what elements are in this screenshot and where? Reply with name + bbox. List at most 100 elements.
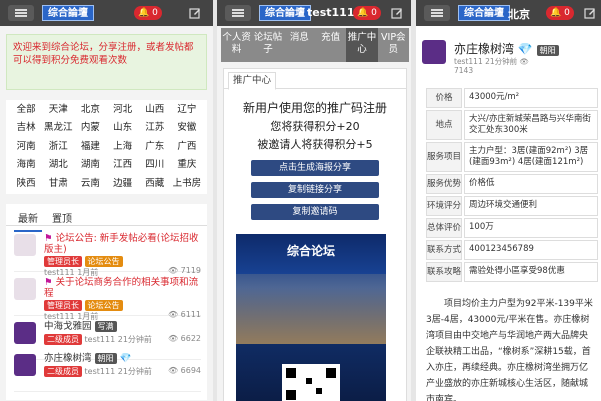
edit-icon[interactable] — [189, 7, 201, 19]
role-badge: 管理员长 — [44, 256, 82, 267]
tag-badge: 朝阳 — [94, 353, 117, 364]
copy-invite-code-button[interactable]: 复制邀请码 — [251, 204, 379, 220]
list-item[interactable]: ⚑ 论坛公告: 新手发帖必看(论坛招收版主) 管理员长 论坛公告 test111… — [14, 232, 201, 277]
generate-poster-button[interactable]: 点击生成海报分享 — [251, 160, 379, 176]
tab-profile[interactable]: 个人资料 — [221, 28, 252, 62]
promo-reward-self: 您将获得积分+20 — [270, 120, 360, 133]
city-item[interactable]: 湖北 — [42, 159, 74, 171]
info-key: 服务项目 — [426, 142, 462, 172]
tab-latest[interactable]: 最新 — [14, 210, 42, 232]
menu-icon[interactable] — [424, 5, 450, 21]
city-item[interactable]: 陕西 — [10, 178, 42, 190]
promotion-panel: 综合論壇 test111 🔔 0 个人资料 论坛帖子 消息 充值 推广中心 VI… — [217, 0, 411, 401]
post-title[interactable]: 中海戈雅园 写满 — [44, 321, 201, 332]
diamond-icon: 💎 — [517, 42, 533, 56]
avatar — [422, 40, 446, 64]
city-item[interactable]: 江苏 — [139, 122, 171, 134]
view-count-value: 7119 — [180, 266, 201, 275]
tab-messages[interactable]: 消息 — [284, 28, 315, 62]
city-item[interactable]: 海南 — [10, 159, 42, 171]
site-logo[interactable]: 综合論壇 — [458, 5, 510, 21]
edit-icon[interactable] — [391, 7, 403, 19]
post-time: 21分钟前 — [117, 367, 152, 376]
city-item[interactable]: 山西 — [139, 104, 171, 116]
city-item[interactable]: 河北 — [107, 104, 139, 116]
tab-pinned[interactable]: 置顶 — [52, 210, 72, 225]
info-value: 100万 — [464, 218, 598, 238]
city-item[interactable]: 山东 — [107, 122, 139, 134]
flag-icon: ⚑ — [44, 277, 53, 288]
info-key: 联系方式 — [426, 240, 462, 260]
menu-icon[interactable] — [225, 5, 251, 21]
menu-icon[interactable] — [8, 5, 34, 21]
city-item[interactable]: 天津 — [42, 104, 74, 116]
view-count: 👁 6111 — [167, 310, 201, 319]
diamond-icon: 💎 — [119, 353, 132, 364]
post-views: 7143 — [454, 66, 474, 75]
post-title[interactable]: ⚑ 关于论坛商务合作的相关事项和流程 — [44, 277, 201, 299]
city-item[interactable]: 福建 — [74, 141, 106, 153]
city-item[interactable]: 吉林 — [10, 122, 42, 134]
city-item[interactable]: 甘肃 — [42, 178, 74, 190]
city-item[interactable]: 全部 — [10, 104, 42, 116]
post-meta: test111 21分钟前 👁 7143 — [454, 57, 529, 75]
city-item[interactable]: 边疆 — [107, 178, 139, 190]
avatar — [14, 278, 36, 300]
city-filter: 全部 天津 北京 河北 山西 辽宁 吉林 黑龙江 内蒙 山东 江苏 安徽 河南 浙江 福建 上海 广东 广西 海南湖… — [6, 100, 207, 194]
city-item[interactable]: 湖南 — [74, 159, 106, 171]
city-item[interactable]: 广东 — [139, 141, 171, 153]
tab-promotion[interactable]: 推广中心 — [346, 28, 378, 62]
tab-vip[interactable]: VIP会员 — [378, 28, 409, 62]
notification-badge[interactable]: 🔔 0 — [134, 6, 162, 20]
city-item[interactable]: 北京 — [74, 104, 106, 116]
site-logo[interactable]: 综合論壇 — [259, 5, 311, 21]
city-item[interactable]: 河南 — [10, 141, 42, 153]
post-title-text: 中海戈雅园 — [44, 321, 92, 332]
post-title-text: 论坛公告: 新手发帖必看(论坛招收版主) — [44, 233, 199, 255]
card-tab[interactable]: 推广中心 — [228, 72, 277, 90]
info-row: 地点 大兴/亦庄新城荣昌路与兴华南街交汇处东300米 — [426, 110, 598, 140]
post-title[interactable]: ⚑ 论坛公告: 新手发帖必看(论坛招收版主) — [44, 233, 201, 255]
edit-icon[interactable] — [584, 7, 596, 19]
category-badge: 论坛公告 — [84, 300, 123, 311]
tab-posts[interactable]: 论坛帖子 — [252, 28, 283, 62]
list-item[interactable]: ⚑ 关于论坛商务合作的相关事项和流程 管理员长 论坛公告 test111 1月前… — [14, 276, 201, 321]
info-row: 服务优势 价格低 — [426, 174, 598, 194]
info-key: 价格 — [426, 88, 462, 108]
avatar — [14, 354, 36, 376]
copy-link-button[interactable]: 复制链接分享 — [251, 182, 379, 198]
view-count-value: 6111 — [180, 310, 201, 319]
city-item[interactable]: 上海 — [107, 141, 139, 153]
category-badge: 论坛公告 — [84, 256, 123, 267]
info-value: 周边环境交通便利 — [464, 196, 598, 216]
post-user: test111 — [84, 335, 116, 344]
post-title: 亦庄橡树湾 💎 朝阳 — [454, 40, 559, 57]
city-item[interactable]: 江西 — [107, 159, 139, 171]
top-bar: 综合論壇 🔔 0 — [0, 0, 213, 26]
city-item[interactable]: 黑龙江 — [42, 122, 74, 134]
city-item[interactable]: 内蒙 — [74, 122, 106, 134]
tag-badge: 朝阳 — [536, 45, 559, 56]
info-value: 主力户型：3居(建面92m²) 3居(建面93m²) 4居(建面121m²) — [464, 142, 598, 172]
post-title[interactable]: 亦庄橡树湾 朝阳 💎 — [44, 353, 201, 364]
city-item[interactable]: 重庆 — [171, 159, 203, 171]
city-item[interactable]: 上书房 — [171, 178, 203, 190]
notification-badge[interactable]: 🔔 0 — [353, 6, 381, 20]
info-key: 服务优势 — [426, 174, 462, 194]
tab-recharge[interactable]: 充值 — [315, 28, 346, 62]
site-logo[interactable]: 综合論壇 — [42, 5, 94, 21]
notification-badge[interactable]: 🔔 0 — [546, 6, 574, 20]
city-item[interactable]: 云南 — [74, 178, 106, 190]
city-item[interactable]: 西藏 — [139, 178, 171, 190]
city-item[interactable]: 辽宁 — [171, 104, 203, 116]
city-item[interactable]: 安徽 — [171, 122, 203, 134]
city-item[interactable]: 四川 — [139, 159, 171, 171]
property-info-table: 价格 43000元/m² 地点 大兴/亦庄新城荣昌路与兴华南街交汇处东300米 服务项目… — [426, 88, 598, 284]
user-nav-tabs: 个人资料 论坛帖子 消息 充值 推广中心 VIP会员 — [221, 28, 409, 62]
list-item[interactable]: 亦庄橡树湾 朝阳 💎 二级成员 test111 21分钟前 👁 6694 — [14, 352, 201, 392]
qr-code — [282, 364, 340, 401]
notification-count: 0 — [152, 8, 158, 18]
notification-count: 0 — [564, 8, 570, 18]
city-item[interactable]: 浙江 — [42, 141, 74, 153]
city-item[interactable]: 广西 — [171, 141, 203, 153]
